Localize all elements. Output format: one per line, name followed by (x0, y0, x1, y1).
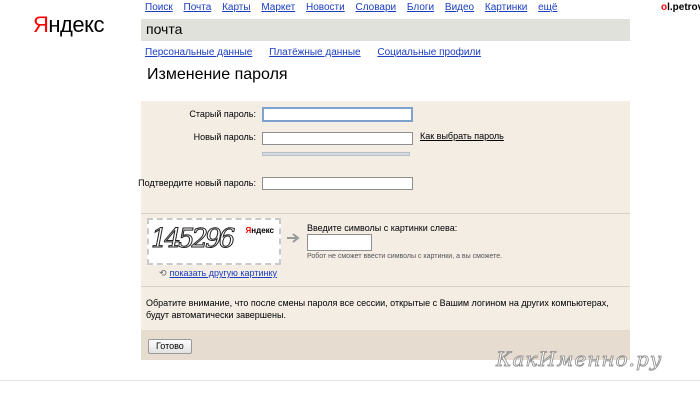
change-password-form: Старый пароль: Новый пароль: Как выбрать… (138, 101, 630, 360)
page-title: Изменение пароля (147, 66, 288, 83)
logo-text: ндекс (48, 12, 104, 37)
tab-payment-data[interactable]: Платёжные данные (269, 47, 360, 58)
service-bar: почта (141, 19, 630, 41)
captcha-input[interactable] (307, 234, 372, 251)
captcha-image-text: 145296 (150, 224, 235, 255)
logo-letter: Я (33, 12, 49, 37)
nav-link-images[interactable]: Картинки (485, 2, 527, 13)
password-strength-bar (262, 152, 410, 156)
user-login[interactable]: ol.petrov (661, 2, 700, 13)
nav-link-news[interactable]: Новости (306, 2, 345, 13)
nav-link-more[interactable]: ещё (538, 2, 557, 13)
captcha-image: 145296 Яндекс (147, 218, 281, 265)
nav-link-maps[interactable]: Карты (222, 2, 251, 13)
captcha-prompt: Введите символы с картинки слева: (307, 223, 458, 233)
nav-link-video[interactable]: Видео (445, 2, 474, 13)
confirm-password-input[interactable] (262, 177, 413, 190)
reload-captcha-link[interactable]: показать другую картинку (170, 268, 277, 278)
captcha-hint: Робот не сможет ввести символы с картинк… (307, 253, 503, 260)
nav-link-dictionaries[interactable]: Словари (356, 2, 397, 13)
old-password-label: Старый пароль: (189, 109, 256, 119)
settings-tabs: Персональные данные Платёжные данные Соц… (145, 47, 495, 58)
user-login-rest: l.petrov (667, 2, 700, 13)
nav-link-market[interactable]: Маркет (261, 2, 295, 13)
tab-social-profiles[interactable]: Социальные профили (377, 47, 481, 58)
tab-personal-data[interactable]: Персональные данные (145, 47, 252, 58)
confirm-password-label: Подтвердите новый пароль: (138, 178, 256, 188)
service-name: почта (146, 21, 183, 37)
nav-link-mail[interactable]: Почта (184, 2, 212, 13)
page-bottom-divider (0, 380, 700, 381)
submit-button[interactable]: Готово (148, 339, 192, 354)
captcha-logo-text: ндекс (251, 226, 274, 235)
old-password-input[interactable] (262, 107, 413, 122)
refresh-icon: ⟲ (159, 268, 167, 278)
reload-captcha[interactable]: ⟲ показать другую картинку (159, 268, 277, 279)
captcha-separator (141, 213, 630, 214)
new-password-input[interactable] (262, 132, 413, 145)
watermark: КакИменно.ру (496, 347, 663, 372)
nav-link-search[interactable]: Поиск (145, 2, 173, 13)
captcha-logo: Яндекс (246, 226, 274, 235)
new-password-label: Новый пароль: (193, 132, 256, 142)
how-to-choose-password-link[interactable]: Как выбрать пароль (420, 131, 504, 141)
sessions-note: Обратите внимание, что после смены парол… (146, 298, 609, 320)
top-navigation: Поиск Почта Карты Маркет Новости Словари… (145, 2, 565, 13)
arrow-right-icon (287, 233, 300, 243)
note-separator (141, 286, 630, 287)
yandex-logo[interactable]: Яндекс (33, 12, 104, 38)
nav-link-blogs[interactable]: Блоги (407, 2, 434, 13)
